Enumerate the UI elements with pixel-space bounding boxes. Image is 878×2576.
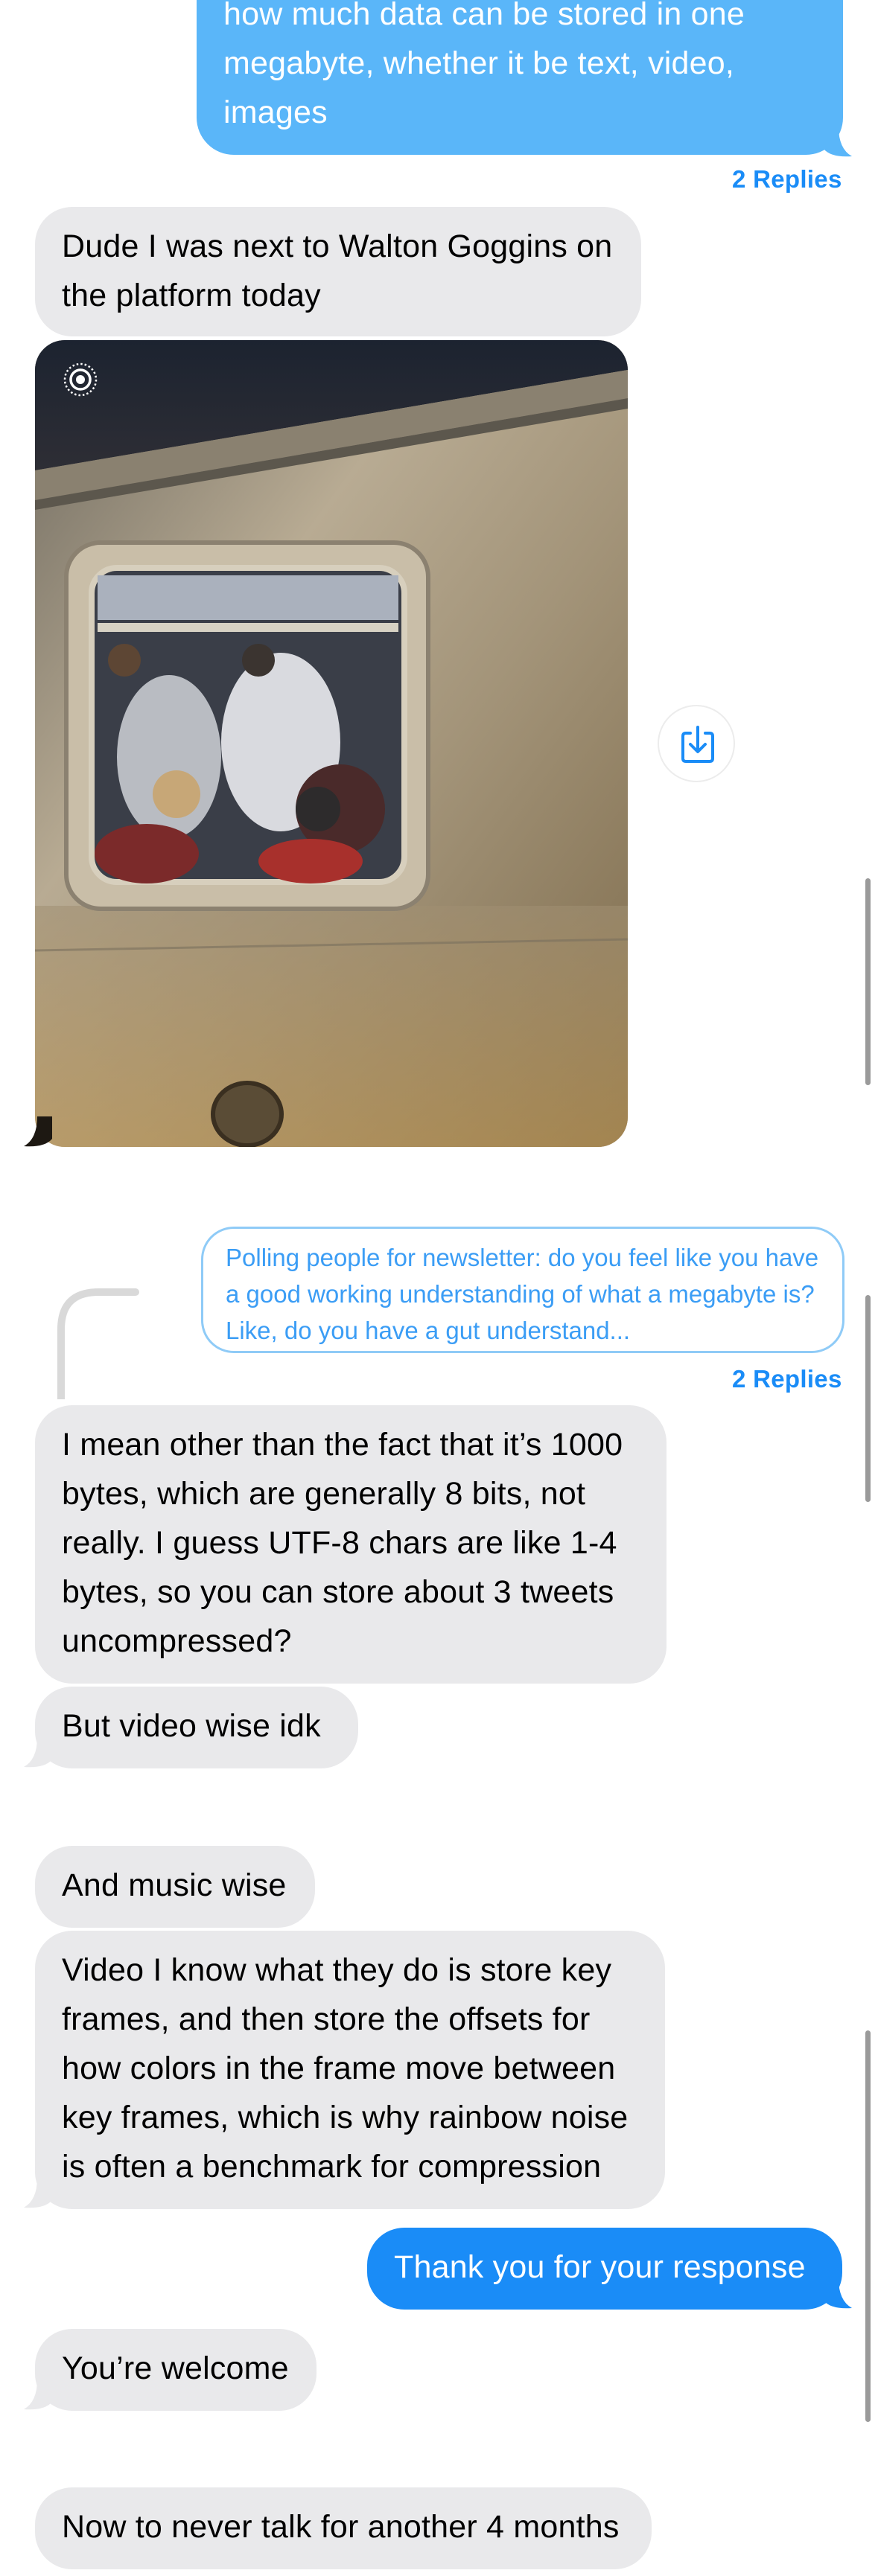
incoming-message-welcome[interactable]: You’re welcome [35, 2329, 316, 2411]
message-text: You’re welcome [62, 2350, 289, 2386]
quoted-message-text: Polling people for newsletter: do you fe… [226, 1244, 819, 1344]
save-photo-button[interactable] [658, 705, 735, 782]
replies-link[interactable]: 2 Replies [732, 1365, 842, 1393]
message-text: Dude I was next to Walton Goggins on the… [62, 228, 613, 313]
scrollbar-segment[interactable] [865, 878, 871, 1085]
quoted-message[interactable]: Polling people for newsletter: do you fe… [201, 1227, 844, 1353]
subway-photo[interactable] [35, 340, 628, 1147]
scrollbar-segment[interactable] [865, 2030, 871, 2422]
outgoing-bubble-tail [824, 127, 852, 157]
message-text: how much data can be stored in one megab… [223, 0, 745, 130]
outgoing-message-thanks[interactable]: Thank you for your response [367, 2228, 842, 2310]
message-text: Now to never talk for another 4 months [62, 2509, 620, 2545]
message-text: I mean other than the fact that it’s 100… [62, 1427, 623, 1659]
outgoing-message-data-question[interactable]: how much data can be stored in one megab… [197, 0, 843, 155]
incoming-message-key-frames[interactable]: Video I know what they do is store key f… [35, 1931, 665, 2209]
message-text: But video wise idk [62, 1708, 321, 1744]
scrollbar-segment[interactable] [865, 1295, 871, 1502]
incoming-message-music[interactable]: And music wise [35, 1846, 315, 1928]
replies-link[interactable]: 2 Replies [732, 165, 842, 194]
incoming-bubble-tail [24, 2380, 52, 2410]
thread-connector [57, 1288, 139, 1399]
message-text: Video I know what they do is store key f… [62, 1952, 629, 2185]
incoming-message-bytes[interactable]: I mean other than the fact that it’s 100… [35, 1405, 667, 1684]
message-text: And music wise [62, 1867, 287, 1903]
incoming-bubble-tail [24, 2178, 52, 2208]
subway-train-image [35, 340, 628, 1147]
incoming-message-four-months[interactable]: Now to never talk for another 4 months [35, 2487, 652, 2569]
message-text: Thank you for your response [394, 2249, 806, 2285]
incoming-message-walton[interactable]: Dude I was next to Walton Goggins on the… [35, 207, 641, 336]
save-download-icon [681, 726, 714, 763]
incoming-bubble-tail [24, 1116, 52, 1147]
incoming-bubble-tail [24, 1737, 52, 1768]
incoming-message-video-idk[interactable]: But video wise idk [35, 1687, 358, 1768]
outgoing-bubble-tail [824, 2278, 852, 2309]
live-photo-icon[interactable] [63, 362, 98, 397]
